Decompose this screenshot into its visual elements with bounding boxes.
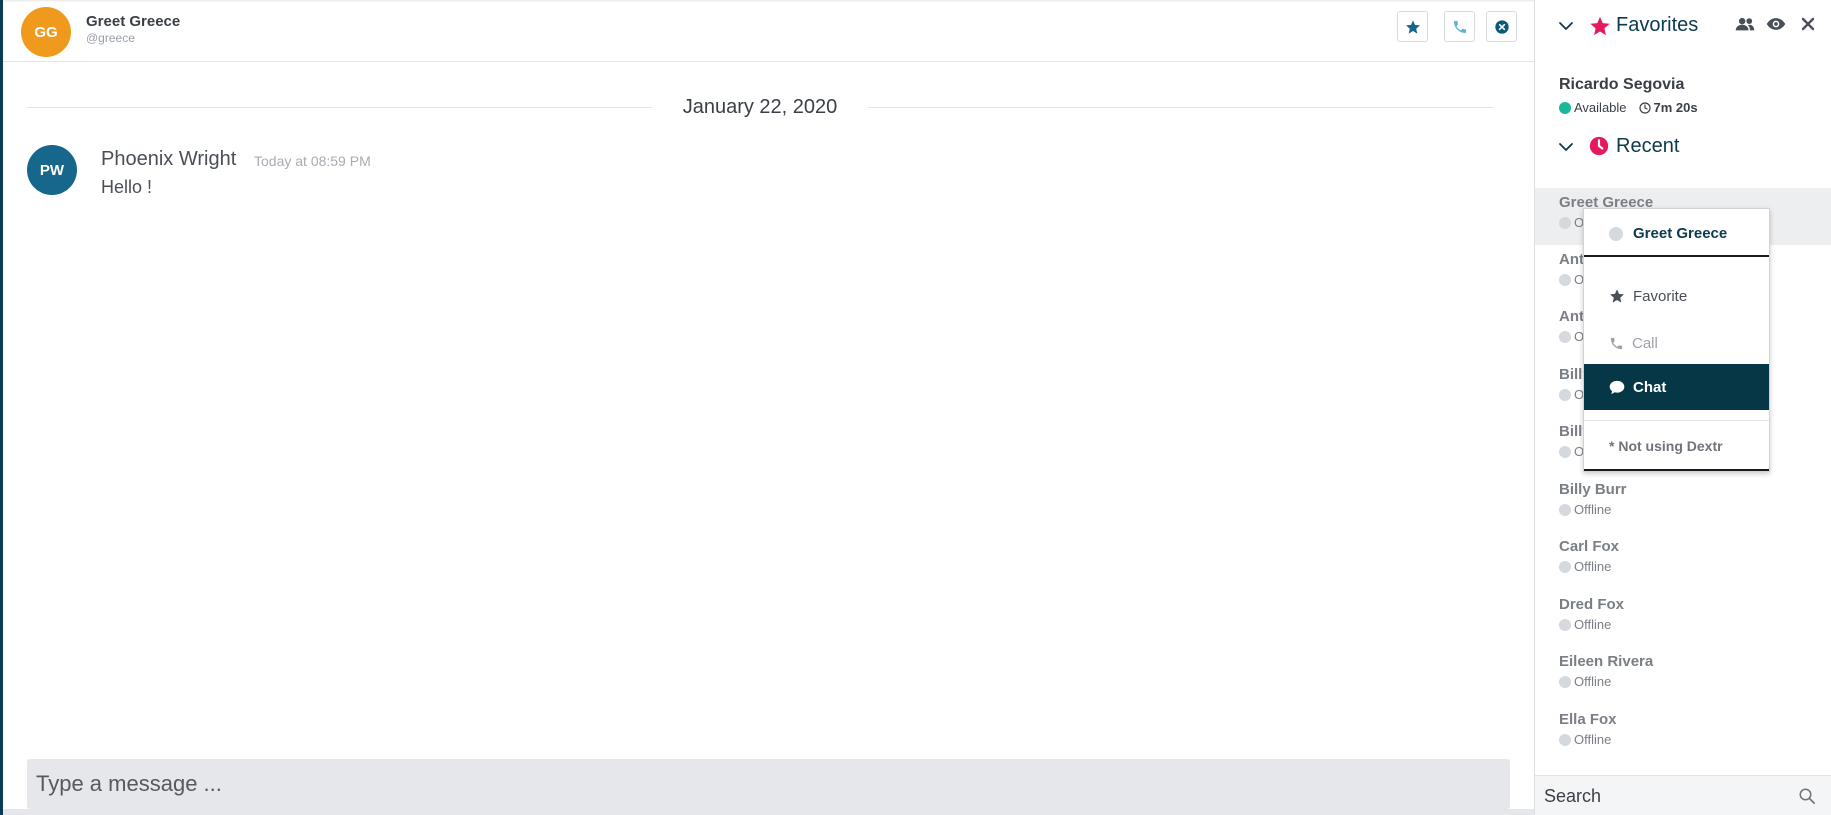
recent-contact-status: Offline xyxy=(1559,559,1611,574)
offline-status-dot xyxy=(1559,388,1571,401)
star-icon xyxy=(1405,19,1420,34)
recent-clock-icon xyxy=(1589,136,1609,156)
offline-status-dot xyxy=(1559,445,1571,458)
status-label: Offline xyxy=(1574,674,1612,689)
status-label: Offline xyxy=(1574,732,1612,747)
date-divider-line-left xyxy=(27,107,652,108)
search-input[interactable] xyxy=(1535,776,1795,815)
recent-contact-name: Ella Fox xyxy=(1559,711,1617,728)
phone-icon xyxy=(1610,337,1623,349)
message-composer xyxy=(27,759,1510,809)
favorite-contact-status: Available 7m 20s xyxy=(1559,100,1698,115)
contact-avatar[interactable]: GG xyxy=(21,7,71,57)
offline-status-dot xyxy=(1559,216,1571,229)
offline-status-dot xyxy=(1559,733,1571,746)
message-input[interactable] xyxy=(27,759,1510,809)
clock-icon xyxy=(1638,101,1651,114)
star-icon xyxy=(1610,289,1624,303)
message-text: Hello ! xyxy=(101,177,153,197)
recent-contact-name: Billy Burr xyxy=(1559,481,1627,498)
recent-contact[interactable]: Dred Fox Offline xyxy=(1535,590,1831,647)
offline-status-dot xyxy=(1559,560,1571,573)
close-icon[interactable] xyxy=(1801,17,1815,31)
recent-contact-name: Carl Fox xyxy=(1559,538,1620,555)
offline-status-dot xyxy=(1559,273,1571,286)
message-timestamp: Today at 08:59 PM xyxy=(254,153,371,169)
recent-contact-status: Offline xyxy=(1559,732,1611,747)
offline-status-dot xyxy=(1559,503,1571,516)
call-button[interactable] xyxy=(1444,11,1475,42)
close-conversation-button[interactable] xyxy=(1486,11,1517,42)
chat-header: GG Greet Greece @greece xyxy=(3,0,1535,62)
offline-status-dot xyxy=(1559,675,1571,688)
contact-search xyxy=(1535,775,1831,815)
available-status-dot xyxy=(1559,101,1571,114)
offline-status-dot xyxy=(1559,330,1571,343)
message-author-avatar[interactable]: PW xyxy=(27,145,77,195)
recent-contact-name: Dred Fox xyxy=(1559,596,1625,613)
menu-item-favorite[interactable]: Favorite xyxy=(1584,273,1769,319)
favorite-contact-name: Ricardo Segovia xyxy=(1559,76,1685,93)
contacts-icon[interactable] xyxy=(1735,16,1755,32)
recent-contact[interactable]: Eileen Rivera Offline xyxy=(1535,647,1831,704)
status-label: Offline xyxy=(1574,559,1612,574)
recent-contact-status: Offline xyxy=(1559,502,1611,517)
phone-icon xyxy=(1453,20,1466,33)
menu-item-label: Call xyxy=(1632,334,1658,352)
left-edge-bar xyxy=(0,0,3,815)
star-icon xyxy=(1590,16,1610,36)
status-label: Available xyxy=(1574,100,1627,115)
offline-status-dot xyxy=(1609,227,1623,241)
menu-item-label: Chat xyxy=(1633,378,1667,396)
recent-contact-name: Eileen Rivera xyxy=(1559,653,1654,670)
eye-icon[interactable] xyxy=(1766,16,1786,32)
status-label: Offline xyxy=(1574,502,1612,517)
recent-header[interactable]: Recent xyxy=(1535,131,1831,165)
contact-handle: @greece xyxy=(86,31,135,45)
favorite-button[interactable] xyxy=(1397,11,1428,42)
offline-status-dot xyxy=(1559,618,1571,631)
chat-bubble-icon xyxy=(1609,380,1625,394)
contact-name: Greet Greece xyxy=(86,13,181,30)
recent-contact[interactable]: Carl Fox Offline xyxy=(1535,532,1831,589)
close-circle-icon xyxy=(1494,19,1509,34)
search-icon[interactable] xyxy=(1798,787,1816,805)
recent-contact[interactable]: Ella Fox Offline xyxy=(1535,705,1831,762)
chevron-down-icon[interactable] xyxy=(1557,17,1575,35)
context-menu-title: Greet Greece xyxy=(1633,225,1728,242)
menu-item-call[interactable]: Call xyxy=(1584,320,1769,366)
recent-contact-status: Offline xyxy=(1559,674,1611,689)
context-menu-header: Greet Greece xyxy=(1584,209,1769,257)
menu-item-chat[interactable]: Chat xyxy=(1584,364,1769,410)
context-menu-footer: * Not using Dextr xyxy=(1584,420,1769,471)
date-divider: January 22, 2020 xyxy=(682,96,838,118)
recent-contact[interactable]: Billy Burr Offline xyxy=(1535,475,1831,532)
not-using-dextr-note: * Not using Dextr xyxy=(1609,438,1723,454)
favorites-title: Favorites xyxy=(1616,14,1699,36)
recent-title: Recent xyxy=(1616,135,1680,157)
status-duration: 7m 20s xyxy=(1653,100,1698,115)
app-window: GG Greet Greece @greece January 22, 2020… xyxy=(0,0,1831,815)
date-divider-line-right xyxy=(868,107,1494,108)
composer-bottom-strip xyxy=(3,809,1535,815)
menu-item-label: Favorite xyxy=(1633,287,1688,305)
chevron-down-icon[interactable] xyxy=(1557,138,1575,156)
recent-contact-status: Offline xyxy=(1559,617,1611,632)
contact-context-menu: Greet Greece Favorite Call Chat * Not us… xyxy=(1583,208,1770,472)
message-author: Phoenix Wright xyxy=(101,148,237,170)
favorites-header[interactable]: Favorites xyxy=(1535,10,1831,44)
status-label: Offline xyxy=(1574,617,1612,632)
